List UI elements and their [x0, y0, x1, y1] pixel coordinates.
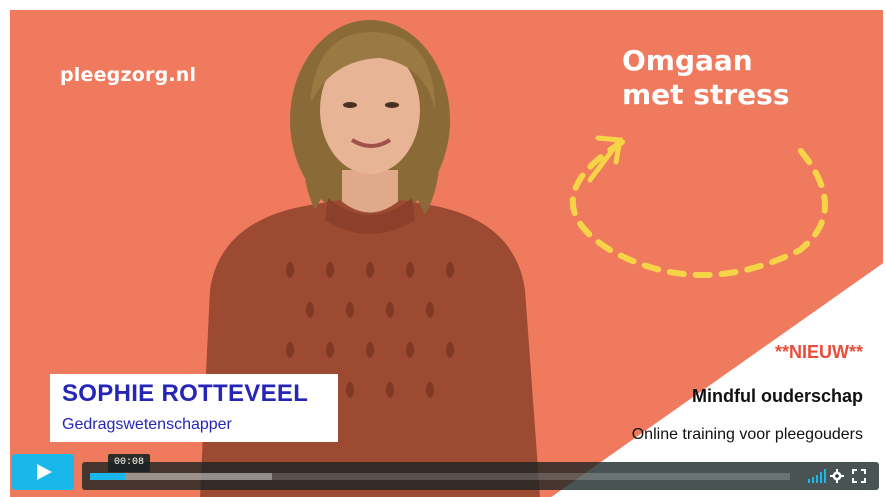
promo-subtitle: Online training voor pleegouders	[631, 426, 863, 443]
promo-new-tag: **NIEUW**	[774, 342, 863, 362]
gear-icon[interactable]	[830, 469, 844, 483]
player-controls-bar	[82, 462, 879, 490]
play-button[interactable]	[12, 454, 74, 490]
current-time-tooltip: 00:08	[108, 454, 151, 472]
title-line-1: Omgaan	[622, 44, 753, 77]
video-player[interactable]: pleegzorg.nl Omgaan met stress SOPHIE RO…	[10, 10, 883, 497]
volume-bars-icon[interactable]	[808, 469, 826, 483]
progress-played	[90, 473, 125, 480]
play-icon	[37, 464, 52, 480]
presenter-role: Gedragswetenschapper	[62, 416, 232, 433]
promo-title: Mindful ouderschap	[692, 386, 863, 406]
pleegzorg-logo: pleegzorg.nl	[60, 64, 197, 86]
progress-bar[interactable]	[90, 473, 790, 480]
video-title: Omgaan met stress	[622, 44, 862, 112]
lower-third-name-card: SOPHIE ROTTEVEEL Gedragswetenschapper	[50, 374, 338, 442]
title-line-2: met stress	[622, 78, 790, 111]
dashed-arrow-decoration	[570, 135, 828, 278]
fullscreen-icon[interactable]	[852, 469, 866, 483]
presenter-name: SOPHIE ROTTEVEEL	[62, 380, 309, 407]
